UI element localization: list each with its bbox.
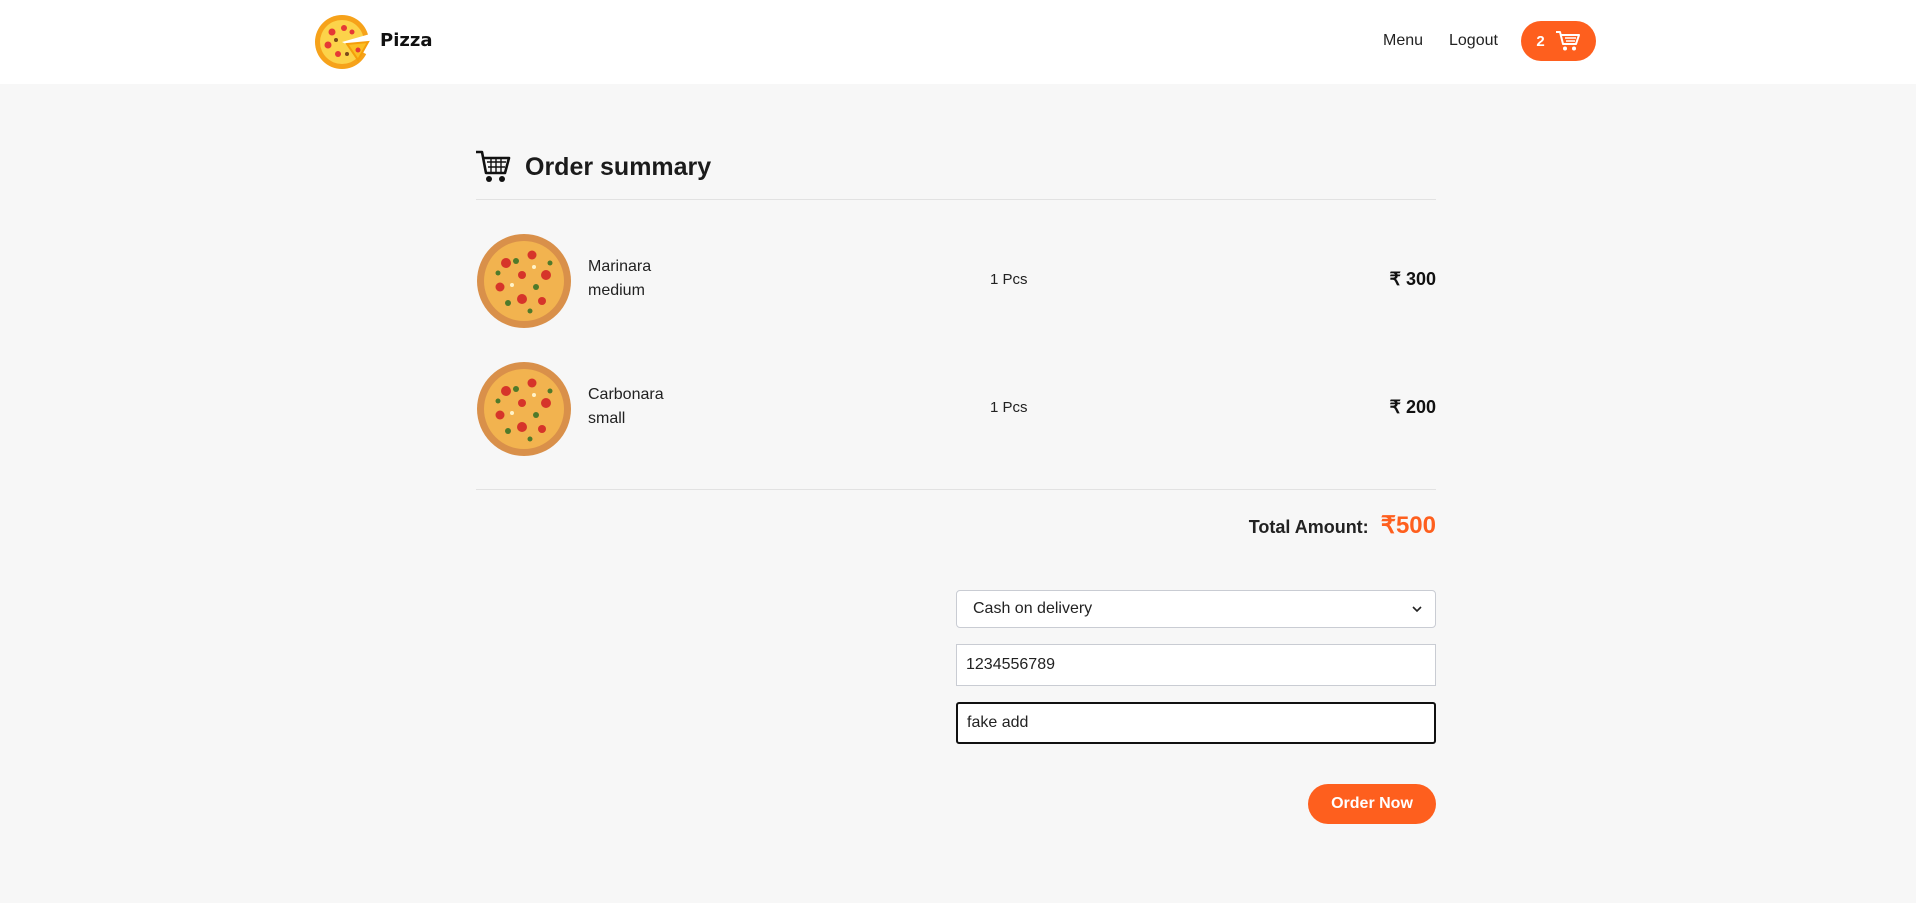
cart-icon <box>476 150 511 182</box>
item-size: medium <box>588 282 645 299</box>
nav-menu-link[interactable]: Menu <box>1383 32 1423 50</box>
pizza-logo-icon[interactable] <box>314 14 370 70</box>
divider <box>476 489 1436 490</box>
item-name: Marinara <box>588 258 652 275</box>
payment-method-select[interactable]: Cash on delivery <box>956 590 1436 628</box>
payment-method-value: Cash on delivery <box>973 600 1093 617</box>
total-amount: Total Amount: ₹500 <box>1249 511 1436 540</box>
cart-count: 2 <box>1536 32 1545 50</box>
order-now-button[interactable]: Order Now <box>1308 784 1436 824</box>
nav-logout-link[interactable]: Logout <box>1449 32 1498 50</box>
item-quantity: 1 Pcs <box>990 399 1028 416</box>
phone-field[interactable] <box>956 644 1436 686</box>
item-size: small <box>588 410 626 427</box>
total-label: Total Amount: <box>1248 517 1369 537</box>
cart-icon <box>1555 31 1580 51</box>
divider <box>476 199 1436 200</box>
total-value: ₹500 <box>1380 512 1436 539</box>
order-item: Carbonara small 1 Pcs ₹ 200 <box>476 361 1436 459</box>
cart-button[interactable]: 2 <box>1521 21 1596 61</box>
top-navbar: Pizza Menu Logout 2 <box>0 0 1916 84</box>
item-price: ₹ 200 <box>1389 397 1437 417</box>
address-field[interactable] <box>956 702 1436 744</box>
pizza-image <box>477 362 571 456</box>
chevron-down-icon <box>1412 606 1422 613</box>
page-title: Order summary <box>525 153 712 181</box>
item-quantity: 1 Pcs <box>990 271 1028 288</box>
pizza-image <box>477 234 571 328</box>
item-price: ₹ 300 <box>1389 269 1437 289</box>
item-name: Carbonara <box>588 386 664 403</box>
brand-name[interactable]: Pizza <box>380 30 432 51</box>
order-item: Marinara medium 1 Pcs ₹ 300 <box>476 233 1436 331</box>
